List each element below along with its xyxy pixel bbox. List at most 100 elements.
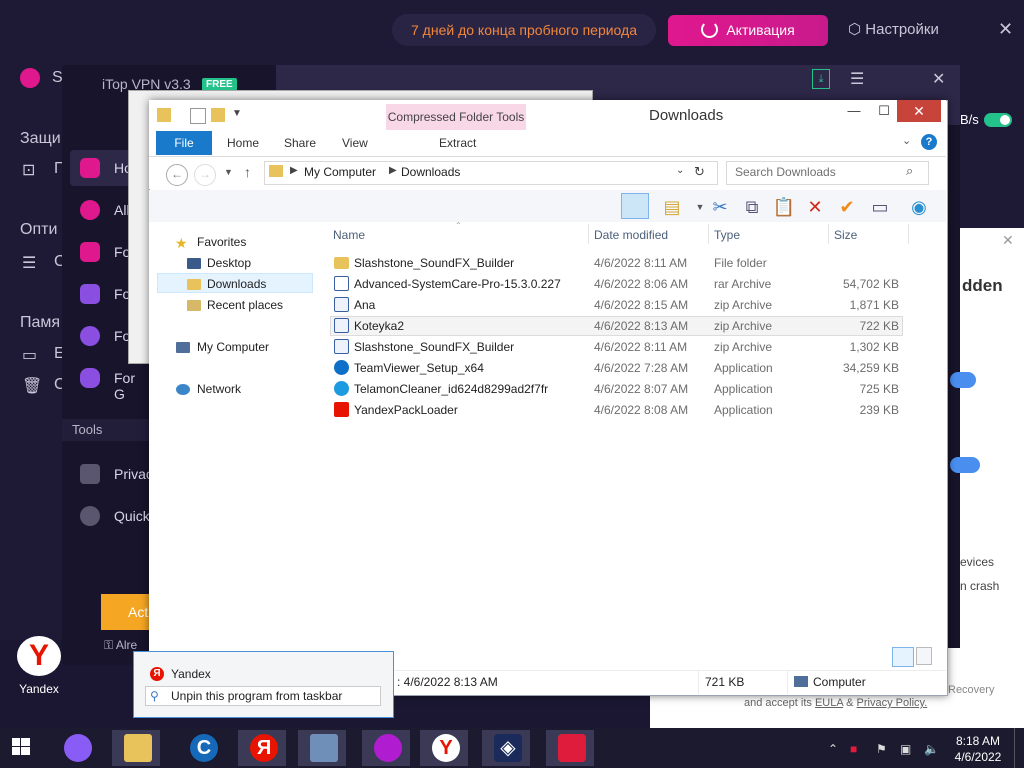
close-button[interactable]: ✕ bbox=[897, 100, 941, 122]
tab-file[interactable]: File bbox=[156, 131, 212, 155]
back-button[interactable]: ← bbox=[166, 164, 188, 186]
column-divider[interactable] bbox=[708, 224, 709, 244]
nav-desktop[interactable]: Desktop bbox=[207, 256, 251, 270]
file-row[interactable]: TelamonCleaner_id624d8299ad2f7fr 4/6/202… bbox=[330, 379, 903, 399]
start-button[interactable] bbox=[4, 732, 38, 762]
nav-my-computer[interactable]: My Computer bbox=[197, 340, 269, 354]
show-desktop-button[interactable] bbox=[1014, 728, 1024, 768]
qat-dropdown-icon[interactable]: ▼ bbox=[232, 108, 242, 119]
taskbar-alice[interactable] bbox=[52, 730, 100, 766]
nav-favorites[interactable]: Favorites bbox=[197, 235, 246, 249]
file-row[interactable]: TeamViewer_Setup_x64 4/6/2022 7:28 AM Ap… bbox=[330, 358, 903, 378]
nav-downloads[interactable]: Downloads bbox=[207, 277, 266, 291]
column-name[interactable]: Name bbox=[333, 228, 365, 242]
column-type[interactable]: Type bbox=[714, 228, 740, 242]
taskbar-yandex[interactable]: Y bbox=[420, 730, 468, 766]
status-size: 721 KB bbox=[705, 675, 745, 689]
taskbar-itop[interactable] bbox=[362, 730, 410, 766]
recorder-tray-icon[interactable]: ■ bbox=[850, 742, 857, 756]
itop-nav-games[interactable]: For G bbox=[70, 360, 140, 402]
tab-extract[interactable]: Extract bbox=[439, 130, 476, 155]
ad-button-1[interactable] bbox=[950, 372, 976, 388]
taskbar-control-panel[interactable] bbox=[298, 730, 346, 766]
privacy-link[interactable]: Privacy Policy. bbox=[857, 697, 928, 709]
volume-muted-icon[interactable]: 🔈 bbox=[924, 742, 939, 756]
delete-icon[interactable]: ✕ bbox=[803, 195, 827, 219]
file-row[interactable]: Slashstone_SoundFX_Builder 4/6/2022 8:11… bbox=[330, 253, 903, 273]
tab-home[interactable]: Home bbox=[227, 130, 259, 155]
forward-button[interactable]: → bbox=[194, 164, 216, 186]
tab-share[interactable]: Share bbox=[284, 130, 316, 155]
column-divider[interactable] bbox=[588, 224, 589, 244]
copy-icon[interactable]: ⧉ bbox=[740, 195, 764, 219]
check-icon[interactable]: ✔ bbox=[835, 195, 859, 219]
file-row[interactable]: Advanced-SystemCare-Pro-15.3.0.227 4/6/2… bbox=[330, 274, 903, 294]
nav-network[interactable]: Network bbox=[197, 382, 241, 396]
paste-icon[interactable]: 📋 bbox=[772, 195, 796, 219]
settings-button[interactable]: ⬡ Настройки bbox=[848, 20, 939, 38]
rename-icon[interactable]: ▭ bbox=[868, 195, 892, 219]
breadcrumb-chevron-icon[interactable]: ▶ bbox=[389, 165, 397, 176]
file-size: 34,259 KB bbox=[842, 361, 899, 375]
cut-icon[interactable]: ✂ bbox=[708, 195, 732, 219]
nav-recent-places[interactable]: Recent places bbox=[207, 298, 283, 312]
new-folder-qat-icon[interactable] bbox=[211, 108, 225, 122]
breadcrumb-chevron-icon[interactable]: ▶ bbox=[290, 165, 298, 176]
folder-options-icon[interactable]: ▤ bbox=[660, 195, 684, 219]
menu-icon[interactable]: ☰ bbox=[850, 69, 864, 89]
speed-readout: B/s bbox=[960, 112, 979, 127]
compressed-folder-tools-tab[interactable]: Compressed Folder Tools bbox=[386, 104, 526, 130]
itop-close-icon[interactable]: ✕ bbox=[932, 69, 945, 89]
download-icon[interactable]: ⤓ bbox=[812, 69, 830, 89]
taskbar-file-explorer[interactable] bbox=[112, 730, 160, 766]
breadcrumb-downloads[interactable]: Downloads bbox=[401, 165, 460, 179]
folder-qat-icon[interactable] bbox=[157, 108, 171, 122]
network-tray-icon[interactable]: ▣ bbox=[900, 742, 911, 756]
activate-button[interactable]: Активация bbox=[668, 15, 828, 46]
taskbar-ccleaner[interactable]: C bbox=[178, 730, 226, 766]
search-icon[interactable]: ⌕ bbox=[906, 163, 913, 179]
trial-banner[interactable]: 7 дней до конца пробного периода bbox=[392, 14, 656, 46]
help-icon[interactable]: ? bbox=[921, 134, 937, 150]
large-icons-view-button[interactable] bbox=[916, 647, 932, 665]
desktop-yandex-shortcut[interactable]: Y Yandex bbox=[14, 636, 64, 698]
file-size: 1,871 KB bbox=[849, 298, 899, 312]
globe-icon[interactable]: ◉ bbox=[907, 195, 931, 219]
expand-ribbon-icon[interactable]: ⌄ bbox=[902, 134, 911, 147]
explorer-titlebar[interactable] bbox=[149, 100, 946, 130]
column-date-modified[interactable]: Date modified bbox=[594, 228, 668, 242]
address-dropdown-icon[interactable]: ⌄ bbox=[676, 165, 684, 176]
power-icon bbox=[701, 21, 719, 38]
column-divider[interactable] bbox=[908, 224, 909, 244]
itop-tool-privacy[interactable]: Privac bbox=[70, 456, 153, 492]
taskbar-clock[interactable]: 8:18 AM 4/6/2022 bbox=[948, 733, 1008, 765]
file-row[interactable]: YandexPackLoader 4/6/2022 8:08 AM Applic… bbox=[330, 400, 903, 420]
details-view-button[interactable] bbox=[892, 647, 914, 667]
breadcrumb-my-computer[interactable]: My Computer bbox=[304, 165, 376, 179]
refresh-icon[interactable]: ↻ bbox=[694, 164, 705, 180]
tab-view[interactable]: View bbox=[342, 130, 368, 155]
taskbar-recorder[interactable] bbox=[546, 730, 594, 766]
file-row[interactable]: Ana 4/6/2022 8:15 AM zip Archive 1,871 K… bbox=[330, 295, 903, 315]
properties-qat-icon[interactable] bbox=[190, 108, 206, 124]
ad-heading: dden bbox=[962, 276, 1003, 295]
jump-app-name[interactable]: Yandex bbox=[171, 667, 211, 681]
ad-button-2[interactable] bbox=[950, 457, 980, 473]
file-row[interactable]: Slashstone_SoundFX_Builder 4/6/2022 8:11… bbox=[330, 337, 903, 357]
file-row-selected[interactable]: Koteyka2 4/6/2022 8:13 AM zip Archive 72… bbox=[330, 316, 903, 336]
itop-tool-quick[interactable]: Quick bbox=[70, 498, 150, 534]
taskbar-itop-vpn[interactable]: ◈ bbox=[482, 730, 530, 766]
column-size[interactable]: Size bbox=[834, 228, 857, 242]
vpn-toggle[interactable] bbox=[984, 113, 1012, 127]
show-hidden-icons[interactable]: ⌃ bbox=[828, 742, 838, 756]
flag-tray-icon[interactable]: ⚑ bbox=[876, 742, 887, 756]
up-button[interactable]: ↑ bbox=[244, 164, 251, 180]
ad-close-icon[interactable]: ✕ bbox=[1002, 232, 1014, 249]
recent-locations-icon[interactable]: ▼ bbox=[224, 167, 233, 177]
column-divider[interactable] bbox=[828, 224, 829, 244]
taskbar-yandex-browser[interactable]: Я bbox=[238, 730, 286, 766]
status-divider bbox=[787, 670, 788, 694]
layout-pane-button[interactable] bbox=[621, 193, 649, 219]
eula-link[interactable]: EULA bbox=[815, 697, 843, 709]
app-close-icon[interactable]: ✕ bbox=[998, 19, 1013, 40]
